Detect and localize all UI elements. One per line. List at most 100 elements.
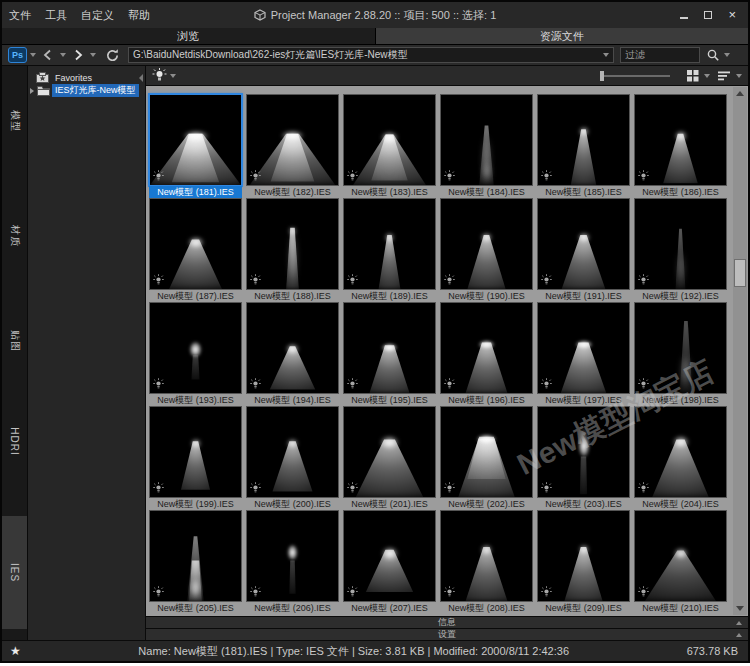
category-tab-模型[interactable]: 模型	[2, 86, 27, 156]
expand-arrow-icon[interactable]	[30, 88, 34, 94]
ies-preview-image	[440, 406, 533, 498]
ies-thumbnail[interactable]: New模型 (206).IES	[246, 510, 339, 614]
slider-knob[interactable]	[600, 71, 604, 81]
refresh-button[interactable]	[105, 48, 120, 63]
ies-preview-image	[246, 406, 339, 498]
ies-thumbnail[interactable]: New模型 (205).IES	[149, 510, 242, 614]
ies-thumbnail-label: New模型 (199).IES	[149, 498, 242, 510]
ies-thumbnail[interactable]: New模型 (196).IES	[440, 302, 533, 406]
ies-thumbnail[interactable]: New模型 (191).IES	[537, 198, 630, 302]
ies-thumbnail[interactable]: New模型 (199).IES	[149, 406, 242, 510]
ps-button[interactable]: Ps	[8, 47, 27, 63]
light-icon	[250, 170, 261, 182]
light-icon	[444, 482, 455, 494]
forward-button[interactable]	[71, 48, 85, 62]
sort-icon	[717, 70, 731, 82]
favorite-star-icon[interactable]: ★	[10, 644, 21, 658]
menu-bar: 文件工具自定义帮助	[2, 5, 157, 26]
ies-thumbnail[interactable]: New模型 (198).IES	[634, 302, 727, 406]
ies-preview-image	[149, 198, 242, 290]
menu-item[interactable]: 自定义	[74, 5, 121, 26]
ies-thumbnail[interactable]: New模型 (210).IES	[634, 510, 727, 614]
ies-thumbnail[interactable]: New模型 (201).IES	[343, 406, 436, 510]
ies-thumbnail[interactable]: New模型 (209).IES	[537, 510, 630, 614]
back-button[interactable]	[41, 48, 55, 62]
light-type-dropdown-icon[interactable]	[170, 74, 176, 78]
status-text: Name: New模型 (181).IES | Type: IES 文件 | S…	[21, 644, 687, 659]
ies-thumbnail[interactable]: New模型 (183).IES	[343, 94, 436, 198]
ies-thumbnail[interactable]: New模型 (190).IES	[440, 198, 533, 302]
ies-thumbnail[interactable]: New模型 (184).IES	[440, 94, 533, 198]
maximize-button[interactable]	[704, 11, 712, 19]
ps-dropdown-icon[interactable]	[30, 53, 36, 57]
ies-thumbnail[interactable]: New模型 (202).IES	[440, 406, 533, 510]
ies-thumbnail[interactable]: New模型 (203).IES	[537, 406, 630, 510]
ies-thumbnail[interactable]: New模型 (192).IES	[634, 198, 727, 302]
search-icon[interactable]	[706, 48, 721, 63]
ies-thumbnail-label: New模型 (191).IES	[537, 290, 630, 302]
ies-thumbnail[interactable]: New模型 (182).IES	[246, 94, 339, 198]
ies-thumbnail[interactable]: New模型 (197).IES	[537, 302, 630, 406]
info-panel-header[interactable]: 信息	[146, 616, 748, 628]
ies-thumbnail[interactable]: New模型 (208).IES	[440, 510, 533, 614]
ies-thumbnail-label: New模型 (198).IES	[634, 394, 727, 406]
scrollbar-thumb[interactable]	[734, 259, 746, 287]
ies-thumbnail[interactable]: New模型 (188).IES	[246, 198, 339, 302]
path-combobox[interactable]: G:\BaiduNetdiskDownload\262-ies灯光篇\IES灯光…	[128, 47, 614, 63]
forward-history-dropdown-icon[interactable]	[90, 53, 96, 57]
tree-item-favorites[interactable]: Favorites	[28, 71, 145, 84]
filter-input[interactable]: 过滤	[620, 47, 700, 63]
ies-thumbnail[interactable]: New模型 (194).IES	[246, 302, 339, 406]
category-tab-hdri[interactable]: HDRI	[2, 406, 27, 476]
ies-thumbnail[interactable]: New模型 (193).IES	[149, 302, 242, 406]
category-tab-材质[interactable]: 材质	[2, 201, 27, 271]
ies-thumbnail[interactable]: New模型 (185).IES	[537, 94, 630, 198]
tree-collapse-arrow[interactable]	[139, 74, 143, 82]
light-icon	[444, 274, 455, 286]
menu-item[interactable]: 帮助	[121, 5, 157, 26]
info-expand-icon[interactable]	[736, 621, 742, 625]
settings-expand-icon[interactable]	[736, 633, 742, 637]
ies-thumbnail[interactable]: New模型 (181).IES	[149, 94, 242, 198]
light-icon	[347, 378, 358, 390]
grid-view-button[interactable]	[686, 69, 699, 82]
close-button[interactable]: ×	[728, 10, 736, 20]
ies-thumbnail[interactable]: New模型 (189).IES	[343, 198, 436, 302]
minimize-button[interactable]	[680, 11, 688, 19]
sort-button[interactable]	[717, 70, 731, 82]
ies-thumbnail-label: New模型 (188).IES	[246, 290, 339, 302]
sort-dropdown-icon[interactable]	[736, 74, 742, 78]
ies-thumbnail-label: New模型 (193).IES	[149, 394, 242, 406]
ies-preview-image	[634, 510, 727, 602]
ies-thumbnail[interactable]: New模型 (186).IES	[634, 94, 727, 198]
light-type-icon[interactable]	[152, 68, 167, 84]
scroll-down-icon[interactable]	[736, 606, 744, 611]
ies-thumbnail-label: New模型 (204).IES	[634, 498, 727, 510]
ies-thumbnail[interactable]: New模型 (187).IES	[149, 198, 242, 302]
tab-browse[interactable]: 浏览	[2, 28, 376, 45]
settings-panel-header[interactable]: 设置	[146, 628, 748, 640]
ies-thumbnail[interactable]: New模型 (204).IES	[634, 406, 727, 510]
back-history-dropdown-icon[interactable]	[60, 53, 66, 57]
menu-item[interactable]: 文件	[2, 5, 38, 26]
ies-thumbnail-label: New模型 (187).IES	[149, 290, 242, 302]
ies-thumbnail-label: New模型 (190).IES	[440, 290, 533, 302]
ies-thumbnail-label: New模型 (201).IES	[343, 498, 436, 510]
tab-assets[interactable]: 资源文件	[376, 28, 749, 45]
category-tab-贴图[interactable]: 贴图	[2, 306, 27, 376]
tree-item-ies-folder[interactable]: IES灯光库-New模型	[28, 84, 145, 97]
ies-thumbnail[interactable]: New模型 (200).IES	[246, 406, 339, 510]
vertical-scrollbar[interactable]	[733, 87, 747, 615]
ies-thumbnail-label: New模型 (181).IES	[149, 186, 242, 198]
menu-item[interactable]: 工具	[38, 5, 74, 26]
scroll-up-icon[interactable]	[736, 91, 744, 96]
path-dropdown-icon[interactable]	[603, 53, 609, 57]
ies-preview-image	[149, 94, 242, 186]
grid-view-dropdown-icon[interactable]	[704, 74, 710, 78]
ies-thumbnail-label: New模型 (196).IES	[440, 394, 533, 406]
category-tab-ies[interactable]: IES	[2, 516, 27, 629]
search-dropdown-icon[interactable]	[724, 53, 730, 57]
ies-thumbnail[interactable]: New模型 (195).IES	[343, 302, 436, 406]
thumbnail-size-slider[interactable]	[600, 75, 670, 77]
ies-thumbnail[interactable]: New模型 (207).IES	[343, 510, 436, 614]
